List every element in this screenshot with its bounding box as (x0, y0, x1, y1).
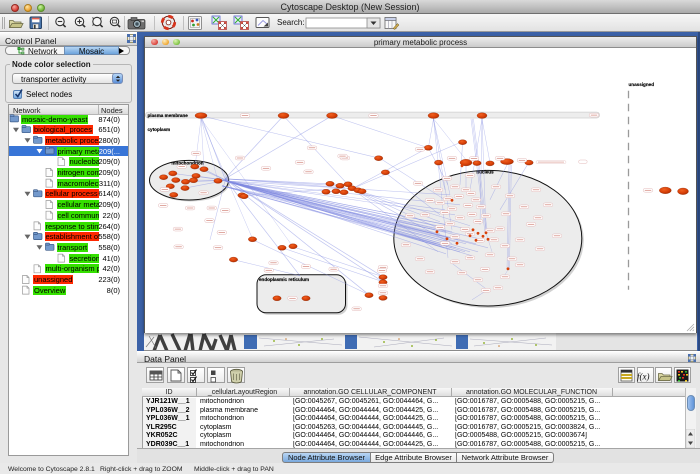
svg-text:f(x): f(x) (637, 372, 650, 382)
svg-text:mitochondrion: mitochondrion (171, 160, 203, 165)
svg-text:endoplasmic reticulum: endoplasmic reticulum (259, 277, 309, 282)
svg-text:unassigned: unassigned (629, 82, 655, 87)
svg-text:cytoplasm: cytoplasm (148, 127, 171, 132)
svg-text:Search:: Search: (277, 18, 305, 27)
svg-text:plasma membrane: plasma membrane (148, 113, 189, 118)
